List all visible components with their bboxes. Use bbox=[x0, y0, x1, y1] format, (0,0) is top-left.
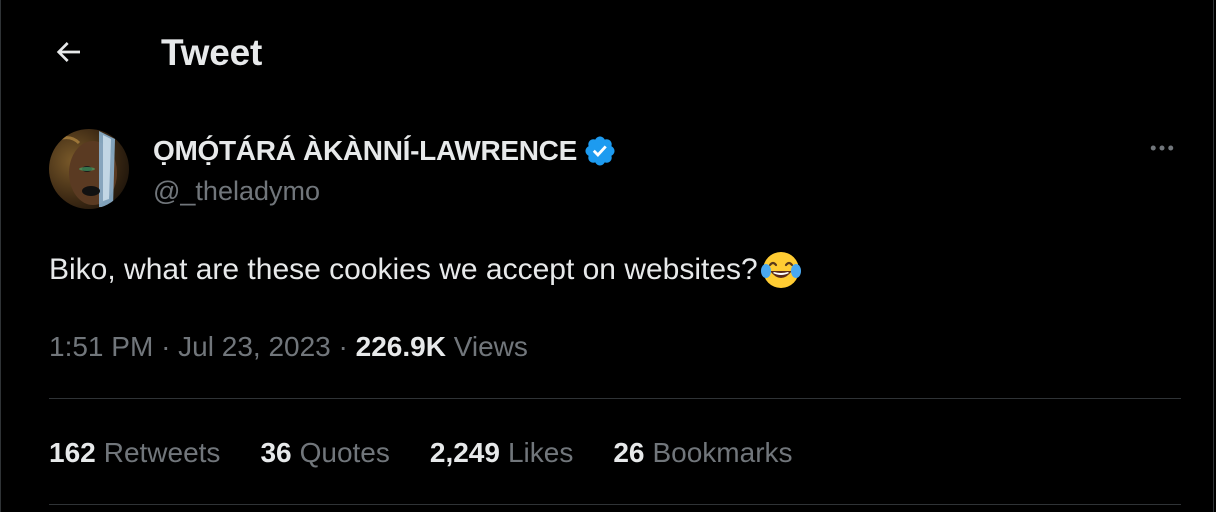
retweets-count: 162 bbox=[49, 437, 96, 468]
more-options-button[interactable] bbox=[1138, 130, 1186, 170]
tweet-stats: 162 Retweets 36 Quotes 2,249 Likes 26 Bo… bbox=[49, 433, 833, 473]
retweets-stat[interactable]: 162 Retweets bbox=[49, 437, 220, 469]
tweet-time[interactable]: 1:51 PM bbox=[49, 331, 153, 362]
views-count: 226.9K bbox=[355, 331, 454, 362]
page-header: Tweet bbox=[0, 0, 1216, 106]
tweet-text-content: Biko, what are these cookies we accept o… bbox=[49, 253, 758, 286]
avatar[interactable] bbox=[49, 129, 129, 209]
tweet-meta: 1:51 PM · Jul 23, 2023 · 226.9K Views bbox=[49, 327, 528, 367]
author-name-row: ỌMỌ́TÁRÁ ÀKÀNNÍ-LAWRENCE bbox=[153, 131, 617, 171]
back-button[interactable] bbox=[44, 30, 92, 78]
bookmarks-stat[interactable]: 26 Bookmarks bbox=[613, 437, 792, 469]
bookmarks-count: 26 bbox=[613, 437, 645, 468]
likes-count: 2,249 bbox=[429, 437, 500, 468]
author-handle[interactable]: @_theladymo bbox=[153, 173, 320, 209]
divider bbox=[49, 398, 1181, 399]
meta-separator: · bbox=[161, 331, 179, 362]
more-dots-icon bbox=[1147, 133, 1177, 168]
bookmarks-label: Bookmarks bbox=[652, 437, 793, 468]
likes-label: Likes bbox=[507, 437, 574, 468]
quotes-stat[interactable]: 36 Quotes bbox=[260, 437, 389, 469]
tweet-text: Biko, what are these cookies we accept o… bbox=[49, 248, 802, 292]
face-with-tears-of-joy-icon bbox=[760, 249, 802, 291]
retweets-label: Retweets bbox=[103, 437, 221, 468]
arrow-left-icon bbox=[52, 36, 84, 73]
quotes-label: Quotes bbox=[299, 437, 390, 468]
views-label: Views bbox=[453, 331, 528, 362]
divider bbox=[49, 504, 1181, 505]
tweet-date[interactable]: Jul 23, 2023 bbox=[178, 331, 331, 362]
quotes-count: 36 bbox=[260, 437, 292, 468]
verified-badge-icon[interactable] bbox=[583, 134, 617, 168]
author-display-name[interactable]: ỌMỌ́TÁRÁ ÀKÀNNÍ-LAWRENCE bbox=[153, 135, 577, 167]
likes-stat[interactable]: 2,249 Likes bbox=[430, 437, 573, 469]
meta-separator: · bbox=[338, 331, 356, 362]
page-title: Tweet bbox=[161, 32, 263, 73]
